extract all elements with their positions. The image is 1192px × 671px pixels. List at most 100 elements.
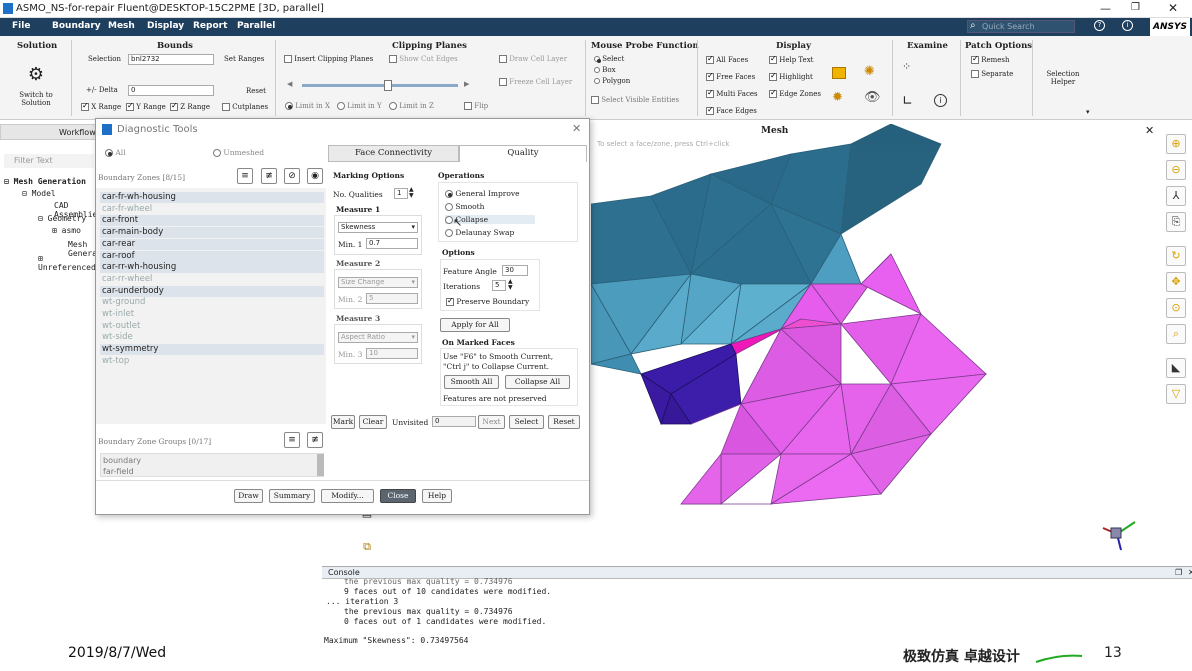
tab-quality[interactable]: Quality <box>459 145 587 162</box>
zone-item-car-front[interactable]: car-front <box>100 215 324 227</box>
zone-item-wt-inlet[interactable]: wt-inlet <box>100 309 324 320</box>
menu-mesh[interactable]: Mesh <box>108 21 135 31</box>
apply-for-all-button[interactable]: Apply for All <box>440 318 510 332</box>
selection-input[interactable]: bnl2732 <box>128 54 214 65</box>
remesh-checkbox[interactable]: Remesh <box>971 54 1010 64</box>
set-ranges-button[interactable]: Set Ranges <box>224 55 264 63</box>
min2-input[interactable]: 5 <box>366 293 418 304</box>
select-visible-checkbox[interactable]: Select Visible Entities <box>591 96 679 104</box>
zone-item-wt-symmetry[interactable]: wt-symmetry <box>100 344 324 356</box>
quick-search[interactable]: ⌕ Quick Search <box>967 20 1075 33</box>
x-range-checkbox[interactable]: X Range <box>81 101 121 111</box>
clear-button[interactable]: Clear <box>359 415 387 429</box>
zone-item-car-rear[interactable]: car-rear <box>100 238 324 250</box>
zone-refresh-icon[interactable]: ◉ <box>307 168 323 184</box>
all-faces-checkbox[interactable]: All Faces <box>706 54 748 64</box>
help-icon[interactable]: ? <box>1094 20 1105 31</box>
close-icon[interactable]: ✕ <box>1168 1 1178 15</box>
edge-zones-checkbox[interactable]: Edge Zones <box>769 88 821 98</box>
no-qualities-input[interactable]: 1 <box>394 188 408 199</box>
iterations-spinner[interactable]: ▲ ▼ <box>508 279 513 291</box>
probe-select-radio[interactable]: Select <box>594 55 624 63</box>
orient-icon[interactable]: ◣ <box>1166 358 1186 378</box>
tree-asmo[interactable]: ⊞ asmo <box>52 226 81 235</box>
min1-input[interactable]: 0.7 <box>366 238 418 249</box>
reset-bounds-button[interactable]: Reset <box>246 87 266 95</box>
all-radio[interactable]: All <box>105 148 126 157</box>
zone-item-car-roof[interactable]: car-roof <box>100 250 324 262</box>
limit-x-radio[interactable]: Limit in X <box>285 102 330 110</box>
unvisited-input[interactable]: 0 <box>432 416 476 427</box>
freeze-cell-layer-checkbox[interactable]: Freeze Cell Layer <box>499 78 572 86</box>
info-icon[interactable]: i <box>1122 20 1133 31</box>
mark-button[interactable]: Mark <box>331 415 355 429</box>
draw-cell-layer-checkbox[interactable]: Draw Cell Layer <box>499 55 567 63</box>
iso-view-icon[interactable]: ▽ <box>1166 384 1186 404</box>
preserve-boundary-checkbox[interactable]: Preserve Boundary <box>446 296 529 306</box>
tree-mesh-generation[interactable]: ⊟ Mesh Generation <box>4 177 86 186</box>
tree-model[interactable]: ⊟ Model <box>22 189 56 198</box>
measure1-select[interactable]: Skewness ▾ <box>338 222 418 233</box>
clipping-slider[interactable] <box>302 80 458 91</box>
copy-tool-icon[interactable]: ⧉ <box>357 540 377 558</box>
free-faces-checkbox[interactable]: Free Faces <box>706 71 755 81</box>
zone-item-wt-ground[interactable]: wt-ground <box>100 297 324 308</box>
mesh-render[interactable] <box>591 124 1161 564</box>
groups-deselect-icon[interactable]: ≢ <box>307 432 323 448</box>
tree-unreferenced[interactable]: ⊞ Unreferenced <box>38 254 96 272</box>
slider-left-arrow[interactable]: ◀ <box>287 80 292 88</box>
menu-parallel[interactable]: Parallel <box>237 21 275 31</box>
menu-report[interactable]: Report <box>193 21 227 31</box>
limit-z-radio[interactable]: Limit in Z <box>389 102 434 110</box>
group-item-far-field[interactable]: far-field <box>103 467 134 476</box>
zone-item-car-fr-wh-housing[interactable]: car-fr-wh-housing <box>100 192 324 203</box>
probe-polygon-radio[interactable]: Polygon <box>594 77 630 85</box>
examine-info-icon[interactable]: i <box>934 94 947 107</box>
z-range-checkbox[interactable]: Z Range <box>170 101 210 111</box>
filter-zones-icon[interactable]: ⊘ <box>284 168 300 184</box>
summary-button[interactable]: Summary <box>269 489 315 503</box>
zone-item-car-rr-wheel[interactable]: car-rr-wheel <box>100 274 324 285</box>
smooth-all-button[interactable]: Smooth All <box>444 375 499 389</box>
op-general-improve[interactable]: General Improve <box>445 189 520 198</box>
eye-icon[interactable]: 👁 <box>864 90 881 105</box>
zone-item-wt-side[interactable]: wt-side <box>100 332 324 343</box>
menu-boundary[interactable]: Boundary <box>52 21 101 31</box>
slider-right-arrow[interactable]: ▶ <box>464 80 469 88</box>
flip-checkbox[interactable]: Flip <box>464 102 488 110</box>
collapse-all-button[interactable]: Collapse All <box>505 375 570 389</box>
multi-faces-checkbox[interactable]: Multi Faces <box>706 88 758 98</box>
zone-item-car-underbody[interactable]: car-underbody <box>100 285 324 297</box>
group-item-boundary[interactable]: boundary <box>103 456 141 465</box>
filter-input[interactable]: Filter Text <box>4 154 94 168</box>
limit-y-radio[interactable]: Limit in Y <box>337 102 382 110</box>
help-text-checkbox[interactable]: Help Text <box>769 54 813 64</box>
op-delaunay-swap[interactable]: Delaunay Swap <box>445 228 514 237</box>
slider-handle[interactable] <box>383 80 392 91</box>
switch-to-solution-button[interactable]: Switch to Solution <box>10 91 62 107</box>
zone-item-car-main-body[interactable]: car-main-body <box>100 227 324 239</box>
show-cut-edges-checkbox[interactable]: Show Cut Edges <box>389 55 458 63</box>
restore-icon[interactable]: ❐ <box>1131 2 1140 13</box>
zone-item-wt-top[interactable]: wt-top <box>100 356 324 367</box>
minimize-icon[interactable]: — <box>1100 2 1111 15</box>
boundary-zones-list[interactable]: car-fr-wh-housing car-fr-wheel car-front ca… <box>96 188 326 424</box>
ribbon-expand-icon[interactable]: ▾ <box>1086 108 1090 116</box>
insert-clipping-checkbox[interactable]: Insert Clipping Planes <box>284 55 373 63</box>
unmeshed-radio[interactable]: Unmeshed <box>213 148 264 157</box>
delta-input[interactable]: 0 <box>128 85 214 96</box>
zoom-box-icon[interactable]: ⊙ <box>1166 298 1186 318</box>
reset-button[interactable]: Reset <box>548 415 580 429</box>
groups-scrollbar[interactable] <box>317 454 324 476</box>
no-qualities-spinner[interactable]: ▲ ▼ <box>409 187 414 199</box>
console-panel[interactable]: Console ❐ ✕ the previous max quality = 0… <box>322 566 1192 646</box>
close-button[interactable]: Close <box>380 489 416 503</box>
selection-helper-button[interactable]: Selection Helper <box>1036 70 1090 86</box>
dialog-close-icon[interactable]: ✕ <box>572 122 581 135</box>
modify-button[interactable]: Modify... <box>321 489 374 503</box>
cutplanes-checkbox[interactable]: Cutplanes <box>222 103 268 111</box>
measure3-select[interactable]: Aspect Ratio ▾ <box>338 332 418 343</box>
feature-angle-input[interactable]: 30 <box>502 265 528 276</box>
iterations-input[interactable]: 5 <box>492 280 506 291</box>
select-all-icon[interactable]: ≡ <box>237 168 253 184</box>
